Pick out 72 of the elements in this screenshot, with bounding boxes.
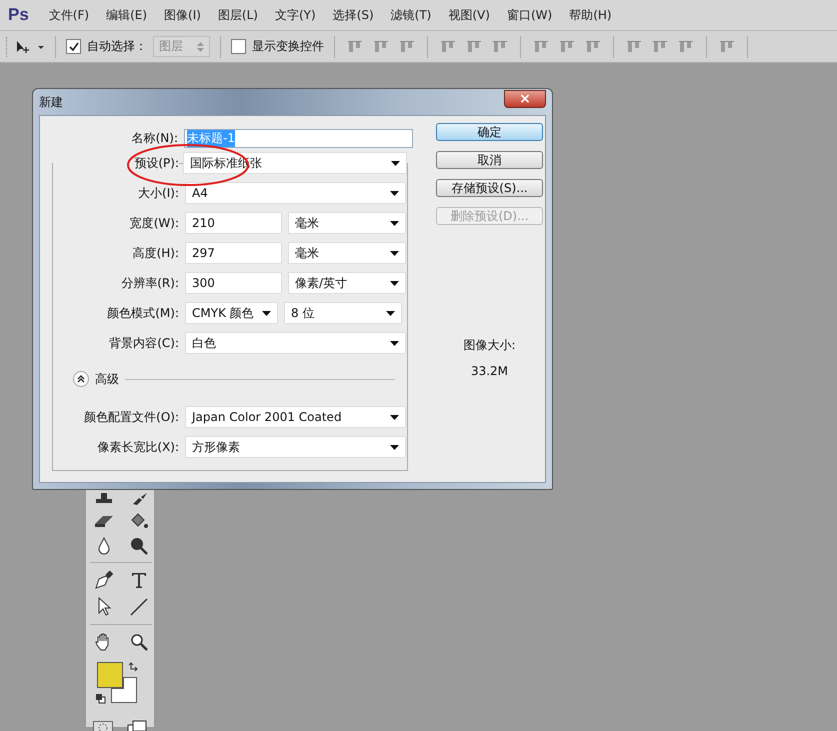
caret-icon[interactable]	[390, 190, 399, 196]
caret-icon[interactable]	[390, 340, 399, 346]
caret-icon[interactable]	[386, 310, 395, 316]
select-field[interactable]: 白色	[185, 332, 406, 354]
menu-item[interactable]: 选择(S)	[332, 6, 374, 24]
drop-icon[interactable]	[96, 537, 112, 555]
default-colors-icon[interactable]	[96, 694, 106, 704]
caret-icon[interactable]	[390, 414, 399, 420]
field-label: 名称(N):	[130, 130, 178, 146]
select-field[interactable]: Japan Color 2001 Coated	[185, 406, 406, 428]
dialog-title: 新建	[39, 94, 63, 110]
menu-item[interactable]: 编辑(E)	[106, 6, 148, 24]
unit-select[interactable]: 毫米	[288, 212, 406, 234]
menu-item[interactable]: 视图(V)	[448, 6, 490, 24]
app-logo: Ps	[8, 5, 29, 25]
caret-icon[interactable]	[391, 160, 400, 166]
paint-bucket-icon[interactable]	[128, 512, 148, 530]
caret-icon[interactable]	[262, 310, 271, 316]
caret-icon[interactable]	[390, 444, 399, 450]
show-transform-checkbox[interactable]	[231, 39, 246, 54]
double-chevron-icon	[76, 374, 86, 384]
number-input-field[interactable]: 300	[185, 272, 282, 294]
field-label: 颜色配置文件(O):	[83, 408, 179, 426]
stamp-icon[interactable]	[94, 493, 114, 505]
mode-select[interactable]: CMYK 颜色	[185, 302, 278, 324]
menu-item[interactable]: 图像(I)	[164, 6, 201, 24]
field-label: 分辨率(R):	[120, 274, 179, 292]
field-label: 像素长宽比(X):	[96, 438, 179, 456]
image-size-label: 图像大小:	[463, 337, 516, 354]
quick-mask-icon[interactable]	[93, 721, 113, 731]
menu-item[interactable]: 滤镜(T)	[390, 6, 432, 24]
bit-depth-select[interactable]: 8 位	[284, 302, 402, 324]
foreground-color-swatch[interactable]	[97, 662, 123, 688]
dialog-button[interactable]: 取消	[436, 151, 543, 169]
menu-item[interactable]: 文件(F)	[48, 6, 90, 24]
field-label: 颜色模式(M):	[106, 304, 179, 322]
move-tool-icon[interactable]	[15, 40, 45, 54]
type-icon[interactable]	[130, 571, 148, 589]
number-input-field[interactable]: 210	[185, 212, 282, 234]
select-field[interactable]: A4	[185, 182, 406, 204]
field-label: 大小(I):	[137, 184, 179, 202]
zoom-icon[interactable]	[130, 633, 148, 651]
image-size-value: 33.2M	[470, 364, 508, 378]
arrow-icon[interactable]	[96, 597, 110, 617]
menu-item[interactable]: 窗口(W)	[506, 6, 552, 24]
background-color-swatch[interactable]	[111, 677, 137, 703]
advanced-toggle-button[interactable]	[73, 371, 89, 387]
field-label: 高度(H):	[132, 244, 179, 262]
field-label: 预设(P):	[53, 154, 179, 172]
magnifier-blur-icon[interactable]	[130, 537, 148, 555]
field-label: 宽度(W):	[128, 214, 179, 232]
field-label: 背景内容(C):	[108, 334, 179, 352]
unit-select[interactable]: 毫米	[288, 242, 406, 264]
menu-item[interactable]: 帮助(H)	[569, 6, 612, 24]
dialog-button[interactable]: 确定	[436, 123, 543, 141]
advanced-label: 高级	[95, 370, 119, 388]
unit-select[interactable]: 像素/英寸	[288, 272, 406, 294]
dialog-button[interactable]: 存储预设(S)...	[436, 179, 543, 197]
swap-icon[interactable]	[129, 662, 139, 672]
eraser-icon[interactable]	[92, 514, 114, 528]
menu-item[interactable]: 图层(L)	[218, 6, 258, 24]
pen-icon[interactable]	[94, 570, 114, 590]
auto-select-checkbox[interactable]	[66, 39, 81, 54]
number-input-field[interactable]: 297	[185, 242, 282, 264]
auto-select-label: 自动选择：	[87, 38, 147, 55]
caret-icon[interactable]	[390, 280, 399, 286]
caret-icon[interactable]	[390, 250, 399, 256]
menu-item[interactable]: 文字(Y)	[274, 6, 316, 24]
line-icon[interactable]	[130, 598, 148, 616]
show-transform-label: 显示变换控件	[252, 38, 324, 55]
select-field[interactable]: 方形像素	[185, 436, 406, 458]
caret-icon[interactable]	[390, 220, 399, 226]
